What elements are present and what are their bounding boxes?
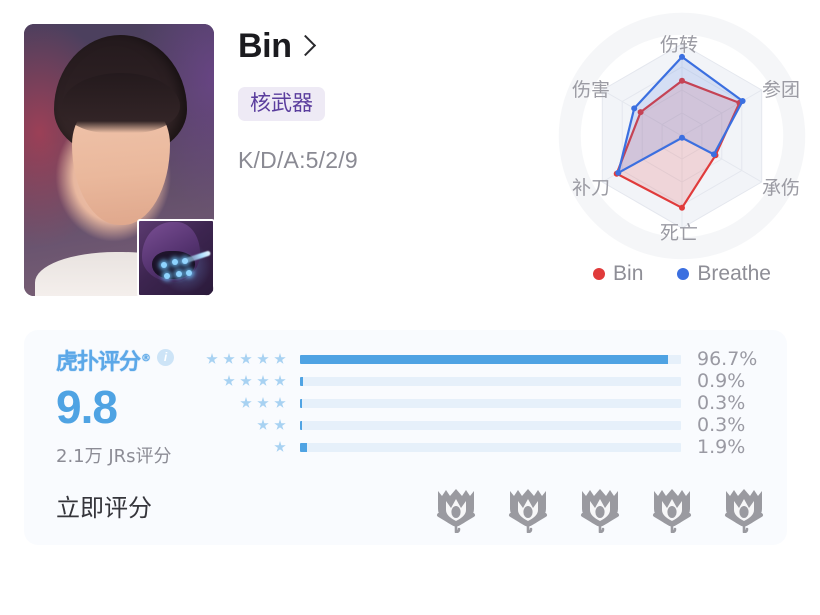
distribution-bar-fill [300,398,302,408]
star-icon [274,353,286,364]
star-count-2 [200,419,286,431]
radar-legend: Bin Breathe [556,262,808,286]
star-icon [240,397,252,408]
star-icon [257,353,269,364]
champion-glow-dot [171,258,178,265]
star-icon [257,397,269,408]
radar-axis-label-2: 承伤 [762,177,801,199]
rate-now-label: 立即评分 [56,494,152,522]
star-icon [274,419,286,430]
star-icon [223,353,235,364]
distribution-percent: 0.3% [697,392,746,414]
distribution-percent: 0.9% [697,370,746,392]
player-name: Bin [238,27,292,65]
rating-distribution-row: 96.7% [200,348,769,370]
star-icon [223,375,235,386]
star-icon [274,397,286,408]
legend-color-dot [593,268,606,280]
champion-glow-dot [164,272,171,279]
rating-distribution-row: 1.9% [200,436,769,458]
radar-axis-label-4: 补刀 [572,177,611,199]
legend-item-bin: Bin [593,262,643,286]
player-info: Bin 核武器 K/D/A:5/2/9 [238,27,548,174]
champion-glow-dot [186,269,193,276]
distribution-bar-track [300,420,681,430]
distribution-bar-track [300,376,681,386]
distribution-bar-fill [300,420,302,430]
legend-label: Bin [613,262,644,285]
star-count-1 [200,441,286,453]
player-hero-section: Bin 核武器 K/D/A:5/2/9 伤转 参团 承伤 死亡 补刀 伤害 Bi… [0,0,820,320]
star-icon [240,353,252,364]
player-name-row[interactable]: Bin [238,27,548,65]
score-block: 虎扑评分® i 9.8 2.1万 JRs评分 [56,344,206,468]
legend-color-dot [677,268,690,280]
score-value: 9.8 [56,381,118,433]
distribution-bar-fill [300,442,308,452]
distribution-bar-track [300,398,681,408]
rating-distribution-row: 0.3% [200,414,769,436]
player-tag-badge: 核武器 [238,87,325,122]
rate-star-4[interactable] [651,487,693,533]
rate-star-1[interactable] [435,487,477,533]
radar-axis-label-1: 参团 [762,79,801,101]
radar-axis-label-0: 伤转 [660,34,699,56]
stats-radar-chart: 伤转 参团 承伤 死亡 补刀 伤害 [556,10,808,262]
rating-distribution-row: 0.9% [200,370,769,392]
player-detail-page: Bin 核武器 K/D/A:5/2/9 伤转 参团 承伤 死亡 补刀 伤害 Bi… [0,0,820,578]
brand-logo-text: 虎扑评分 [56,350,141,375]
rating-card: 虎扑评分® i 9.8 2.1万 JRs评分 96.7% 0.9% 0.3% 0.3%… [24,330,787,545]
brand-row: 虎扑评分® i [56,344,206,376]
distribution-percent: 96.7% [697,348,758,370]
rating-distribution: 96.7% 0.9% 0.3% 0.3% 1.9% [200,348,769,458]
star-count-5 [200,353,286,365]
star-icon [257,375,269,386]
rating-distribution-row: 0.3% [200,392,769,414]
distribution-bar-fill [300,354,669,364]
brand-registered-mark: ® [141,352,151,364]
info-icon[interactable]: i [157,349,175,366]
brand-logo: 虎扑评分® [56,344,151,376]
star-count-4 [200,375,286,387]
star-count-3 [200,397,286,409]
radar-axis-label-5: 伤害 [572,79,611,101]
star-icon [274,375,286,386]
distribution-bar-fill [300,376,304,386]
score-count: 2.1万 JRs评分 [56,446,172,467]
chevron-right-icon[interactable] [294,35,316,57]
rate-star-group[interactable] [435,487,765,533]
champion-icon[interactable] [137,219,214,296]
avatar-bangs [62,72,180,133]
legend-label: Breathe [697,262,771,285]
distribution-percent: 1.9% [697,436,746,458]
player-avatar[interactable] [24,24,214,296]
rate-star-2[interactable] [507,487,549,533]
star-icon [257,419,269,430]
star-icon [274,441,286,452]
player-kda: K/D/A:5/2/9 [238,147,358,174]
rate-star-5[interactable] [723,487,765,533]
star-icon [206,353,218,364]
distribution-bar-track [300,442,681,452]
legend-item-breathe: Breathe [677,262,771,286]
distribution-bar-track [300,354,681,364]
radar-axis-label-3: 死亡 [660,222,699,244]
rate-star-3[interactable] [579,487,621,533]
distribution-percent: 0.3% [697,414,746,436]
star-icon [240,375,252,386]
